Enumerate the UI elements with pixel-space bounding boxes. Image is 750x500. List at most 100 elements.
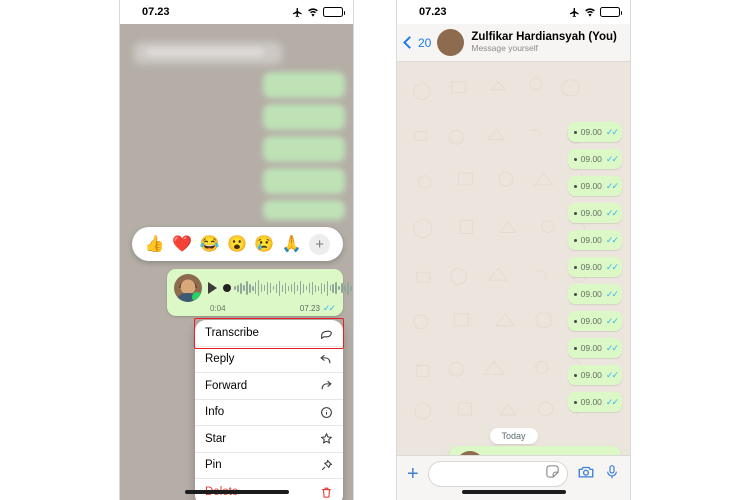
message-time: 09.00 (580, 397, 602, 407)
read-receipt-icon: ✓✓ (605, 315, 619, 326)
message-bubble[interactable]: 09.00 ✓✓ (567, 122, 622, 142)
audio-dot-icon (573, 211, 577, 215)
back-icon[interactable] (403, 36, 416, 49)
read-receipt-icon: ✓✓ (605, 207, 619, 218)
home-indicator (461, 490, 566, 494)
left-status-bar: 07.23 (120, 0, 353, 24)
context-menu-label: Pin (205, 459, 222, 472)
unread-count-badge[interactable]: 20 (418, 36, 431, 50)
audio-dot-icon (573, 319, 577, 323)
read-receipt-icon: ✓✓ (605, 369, 619, 380)
list-item[interactable]: 09.00 ✓✓ (567, 284, 622, 304)
audio-dot-icon (573, 157, 577, 161)
list-item[interactable]: 09.00 ✓✓ (567, 149, 622, 169)
camera-icon[interactable] (577, 463, 595, 486)
screenshot-stage: 07.23 👍 ❤️ 😂 😮 😢 🙏 + 0:04 07.23 ✓✓ Trans… (0, 0, 750, 500)
audio-dot-icon (573, 373, 577, 377)
message-time: 09.00 (580, 343, 602, 353)
audio-dot-icon (573, 184, 577, 188)
list-item[interactable]: 09.00 ✓✓ (567, 122, 622, 142)
play-icon[interactable] (208, 282, 217, 294)
message-context-menu[interactable]: Transcribe Reply Forward Info Star Pin (195, 320, 343, 500)
read-receipt-icon: ✓✓ (605, 396, 619, 407)
home-indicator (184, 490, 289, 494)
list-item[interactable]: 09.00 ✓✓ (567, 311, 622, 331)
emoji-reaction-bar[interactable]: 👍 ❤️ 😂 😮 😢 🙏 + (132, 227, 343, 261)
audio-dot-icon (573, 400, 577, 404)
status-icons (569, 0, 622, 24)
message-time: 09.00 (580, 316, 602, 326)
read-receipt-icon: ✓✓ (605, 126, 619, 137)
message-input[interactable] (427, 461, 568, 487)
reaction-emoji-surprised[interactable]: 😮 (227, 234, 247, 254)
message-time: 09.00 (580, 289, 602, 299)
list-item[interactable]: 09.00 ✓✓ (567, 365, 622, 385)
context-menu-item-forward[interactable]: Forward (195, 373, 343, 400)
playhead-dot[interactable] (223, 284, 231, 292)
reaction-emoji-thumbsup[interactable]: 👍 (145, 234, 165, 254)
context-menu-item-star[interactable]: Star (195, 426, 343, 453)
audio-dot-icon (573, 292, 577, 296)
battery-icon (323, 7, 345, 17)
message-bubble[interactable]: 09.00 ✓✓ (567, 284, 622, 304)
message-bubble[interactable]: 09.00 ✓✓ (567, 311, 622, 331)
status-time: 07.23 (419, 6, 447, 18)
star-icon (320, 432, 333, 445)
reaction-emoji-heart[interactable]: ❤️ (172, 234, 192, 254)
audio-dot-icon (573, 265, 577, 269)
voice-duration: 0:04 (210, 304, 226, 313)
context-menu-item-info[interactable]: Info (195, 400, 343, 426)
context-menu-label: Transcribe (205, 326, 259, 339)
list-item[interactable]: 09.00 ✓✓ (567, 257, 622, 277)
context-menu-label: Reply (205, 353, 235, 366)
chat-message-list[interactable]: 09.00 ✓✓ 09.00 ✓✓ 09.00 ✓✓ 09.00 ✓✓ 09.0… (397, 62, 630, 455)
message-bubble[interactable]: 09.00 ✓✓ (567, 176, 622, 196)
context-menu-item-transcribe[interactable]: Transcribe (195, 320, 343, 347)
message-time: 09.00 (580, 370, 602, 380)
message-time: 09.00 (580, 154, 602, 164)
wifi-icon (585, 7, 595, 17)
message-time: 09.00 (580, 208, 602, 218)
list-item[interactable]: 09.00 ✓✓ (567, 176, 622, 196)
message-bubble[interactable]: 09.00 ✓✓ (567, 257, 622, 277)
message-bubble[interactable]: 09.00 ✓✓ (567, 203, 622, 223)
message-bubble[interactable]: 09.00 ✓✓ (567, 230, 622, 250)
list-item[interactable]: 09.00 ✓✓ (567, 338, 622, 358)
context-menu-item-reply[interactable]: Reply (195, 347, 343, 373)
attach-plus-icon[interactable]: + (407, 464, 419, 484)
audio-dot-icon (573, 130, 577, 134)
contact-subtitle: Message yourself (471, 43, 538, 54)
sticker-icon[interactable] (545, 464, 560, 484)
voice-message-bubble[interactable]: 0:04 07.23 ✓✓ (167, 269, 352, 316)
list-item[interactable]: 09.00 ✓✓ (567, 230, 622, 250)
message-bubble[interactable]: 09.00 ✓✓ (567, 365, 622, 385)
left-phone-screen: 07.23 👍 ❤️ 😂 😮 😢 🙏 + 0:04 07.23 ✓✓ Trans… (119, 0, 354, 500)
context-menu-label: Star (205, 432, 227, 445)
message-time: 09.00 (580, 127, 602, 137)
message-bubble[interactable]: 09.00 ✓✓ (567, 338, 622, 358)
speech-bubble-icon (320, 326, 333, 340)
message-bubble[interactable]: 09.00 ✓✓ (567, 392, 622, 412)
reaction-emoji-laugh[interactable]: 😂 (200, 234, 220, 254)
airplane-mode-icon (569, 7, 579, 17)
message-bubble[interactable]: 09.00 ✓✓ (567, 149, 622, 169)
context-menu-label: Info (205, 406, 225, 419)
avatar[interactable] (437, 29, 465, 56)
read-receipt-icon: ✓✓ (605, 180, 619, 191)
chat-header: 20 Zulfikar Hardiansyah (You) Message yo… (397, 24, 630, 62)
reply-arrow-icon (319, 353, 333, 366)
right-status-bar: 07.23 (397, 0, 630, 24)
voice-message-bubble[interactable]: 0:04 07.23 ✓✓ (449, 446, 621, 455)
reaction-emoji-pray[interactable]: 🙏 (282, 234, 302, 254)
reaction-emoji-sad[interactable]: 😢 (254, 234, 274, 254)
microphone-icon[interactable] (604, 463, 620, 486)
waveform[interactable] (223, 276, 353, 300)
info-circle-icon (320, 406, 333, 419)
reaction-more-button[interactable]: + (309, 233, 331, 255)
audio-dot-icon (573, 238, 577, 242)
context-menu-item-pin[interactable]: Pin (195, 453, 343, 479)
message-time: 09.00 (580, 181, 602, 191)
list-item[interactable]: 09.00 ✓✓ (567, 392, 622, 412)
list-item[interactable]: 09.00 ✓✓ (567, 203, 622, 223)
read-receipt-icon: ✓✓ (322, 303, 336, 313)
